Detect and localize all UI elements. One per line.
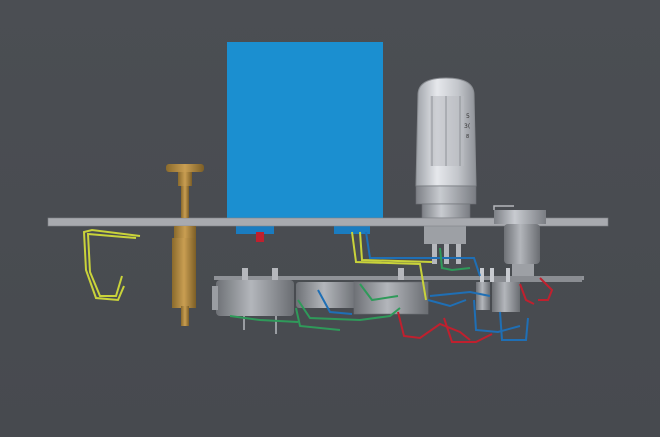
terminal-block[interactable] bbox=[492, 282, 520, 312]
assembly-model[interactable]: 5 3( 8 bbox=[0, 0, 660, 437]
tube-label-2: 3( bbox=[464, 123, 470, 130]
terminal-lug bbox=[506, 268, 510, 282]
right-terminal-board bbox=[490, 276, 582, 282]
cad-3d-viewport[interactable]: 5 3( 8 bbox=[0, 0, 660, 437]
brass-shaft[interactable] bbox=[166, 164, 204, 326]
tube-label-1: 5 bbox=[466, 113, 470, 120]
yellow-wire-clip bbox=[82, 228, 141, 302]
terminal-lug bbox=[490, 268, 494, 282]
vacuum-tube[interactable]: 5 3( 8 bbox=[415, 77, 477, 219]
output-jack[interactable] bbox=[493, 205, 546, 276]
standoff-post bbox=[242, 268, 248, 280]
standoff-post bbox=[398, 268, 404, 280]
tube-label-3: 8 bbox=[466, 134, 469, 140]
power-transformer[interactable] bbox=[227, 42, 383, 222]
filter-capacitor[interactable] bbox=[212, 280, 294, 334]
coupling-capacitor[interactable] bbox=[296, 282, 358, 308]
standoff-post bbox=[272, 268, 278, 280]
transformer-lead-left bbox=[256, 232, 264, 242]
